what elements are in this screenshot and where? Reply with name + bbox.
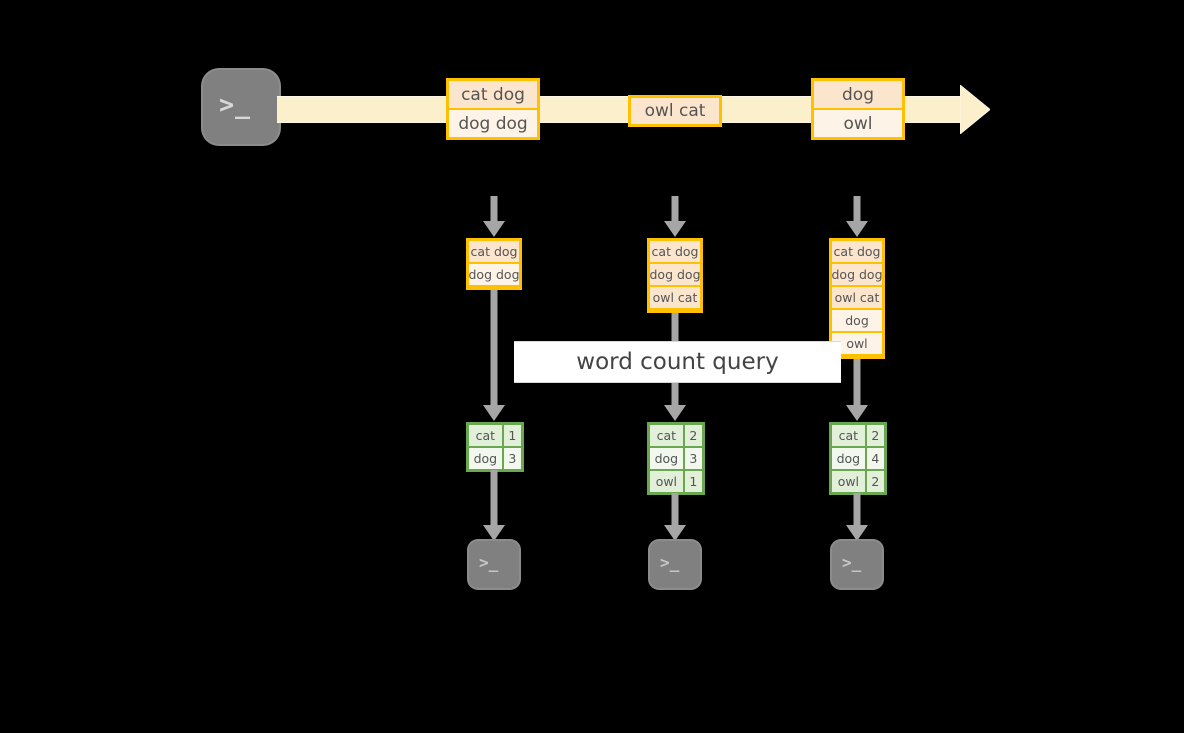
column-2-output-word-2: dog (650, 448, 683, 469)
column-1-arrow-into-sink (482, 470, 506, 542)
table-row: owl 1 (650, 471, 702, 492)
terminal-prompt-glyph: >_ (219, 90, 252, 119)
stream-batch-1-line-1: cat dog (449, 81, 537, 108)
column-1-input-line-2: dog dog (469, 264, 520, 285)
table-row: dog 4 (832, 448, 884, 469)
column-2-sink-terminal-icon: >_ (650, 541, 700, 588)
column-1-input-line-1: cat dog (469, 241, 519, 262)
column-2-output-word-3: owl (650, 471, 683, 492)
column-1-output-count-1: 1 (503, 425, 521, 446)
column-2-input-line-3: owl cat (650, 287, 700, 308)
column-2-arrow-into-input (663, 196, 687, 238)
table-row: owl 2 (832, 471, 884, 492)
column-2-arrow-into-sink (663, 493, 687, 542)
column-3-arrow-into-output (845, 359, 869, 422)
column-2-output-count-1: 2 (684, 425, 702, 446)
column-1-arrow-into-output (482, 290, 506, 422)
stream-batch-2-line-1: owl cat (631, 98, 719, 124)
column-2-output-count-3: 1 (684, 471, 702, 492)
column-3-output-count-2: 4 (866, 448, 884, 469)
stream-source-terminal-icon: >_ (203, 70, 279, 144)
column-3-output-count-1: 2 (866, 425, 884, 446)
column-3-arrow-into-input (845, 196, 869, 238)
stream-batch-1: cat dog dog dog (446, 78, 540, 140)
stream-batch-1-line-2: dog dog (449, 110, 537, 137)
column-2-output-table: cat 2 dog 3 owl 1 (647, 422, 705, 495)
stream-batch-3-line-1: dog (814, 81, 902, 108)
column-2-output-word-1: cat (650, 425, 683, 446)
table-row: cat 1 (469, 425, 521, 446)
column-1-sink-terminal-icon: >_ (469, 541, 519, 588)
terminal-prompt-glyph: >_ (660, 553, 680, 572)
stream-batch-3-line-2: owl (814, 110, 902, 137)
terminal-prompt-glyph: >_ (479, 553, 499, 572)
diagram-canvas: >_ cat dog dog dog owl cat dog owl cat d… (0, 0, 1184, 733)
column-3-output-word-2: dog (832, 448, 865, 469)
column-3-input-line-3: owl cat (832, 287, 882, 308)
column-3-output-word-1: cat (832, 425, 865, 446)
table-row: dog 3 (469, 448, 521, 469)
column-2-input-line-1: cat dog (650, 241, 700, 262)
query-banner: word count query (514, 341, 841, 383)
query-banner-label: word count query (576, 349, 779, 375)
column-2-input-box: cat dog dog dog owl cat (647, 238, 703, 313)
column-1-input-box: cat dog dog dog (466, 238, 522, 290)
column-1-output-word-1: cat (469, 425, 502, 446)
stream-batch-3: dog owl (811, 78, 905, 140)
column-1-arrow-into-input (482, 196, 506, 238)
column-3-input-line-1: cat dog (832, 241, 882, 262)
column-3-input-line-4: dog (832, 310, 882, 331)
table-row: cat 2 (832, 425, 884, 446)
column-3-input-line-2: dog dog (832, 264, 883, 285)
column-2-input-line-2: dog dog (650, 264, 701, 285)
table-row: dog 3 (650, 448, 702, 469)
terminal-prompt-glyph: >_ (842, 553, 862, 572)
column-3-output-count-3: 2 (866, 471, 884, 492)
column-2-output-count-2: 3 (684, 448, 702, 469)
column-3-sink-terminal-icon: >_ (832, 541, 882, 588)
table-row: cat 2 (650, 425, 702, 446)
column-1-output-word-2: dog (469, 448, 502, 469)
stream-batch-2: owl cat (628, 95, 722, 127)
column-3-arrow-into-sink (845, 493, 869, 542)
column-1-output-count-2: 3 (503, 448, 521, 469)
column-3-output-table: cat 2 dog 4 owl 2 (829, 422, 887, 495)
column-3-output-word-3: owl (832, 471, 865, 492)
stream-arrow-head-icon (960, 85, 990, 134)
column-1-output-table: cat 1 dog 3 (466, 422, 524, 472)
